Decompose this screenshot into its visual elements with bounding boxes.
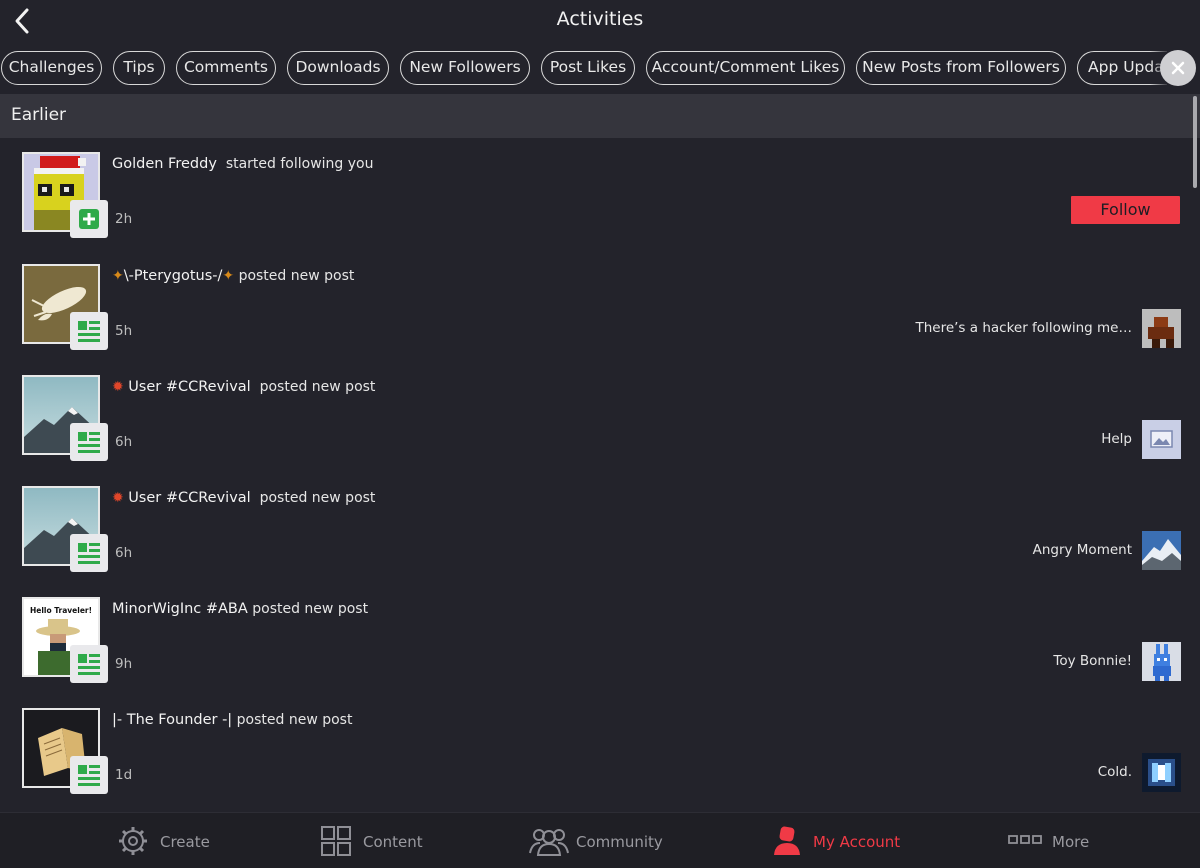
scrollbar[interactable] [1193, 96, 1197, 188]
nav-label: My Account [813, 833, 901, 851]
gear-icon [119, 827, 147, 855]
maple-leaf-icon: ✹ [112, 379, 124, 395]
page-title: Activities [556, 8, 644, 30]
activity-headline: ✹ User #CCRevival posted new post [112, 490, 375, 506]
nav-label: Community [576, 833, 663, 851]
timestamp: 6h [115, 545, 133, 561]
username[interactable]: |- The Founder -| [112, 712, 232, 728]
filter-chip-challenges[interactable]: Challenges [1, 51, 102, 85]
activity-headline: Golden Freddy started following you [112, 156, 373, 172]
filter-bar: Challenges Tips Comments Downloads New F… [0, 46, 1200, 92]
username[interactable]: MinorWigInc #ABA [112, 601, 248, 617]
top-bar: Activities [0, 0, 1200, 46]
newspaper-icon [78, 654, 100, 675]
nav-label: Content [363, 833, 423, 851]
newspaper-icon [78, 765, 100, 786]
post-thumbnail[interactable] [1142, 420, 1181, 459]
people-icon [529, 829, 569, 856]
post-title[interactable]: Angry Moment [1033, 542, 1132, 558]
bottom-nav: Create Content Community My Account More [0, 812, 1200, 868]
activity-action: posted new post [238, 268, 355, 284]
scorpion-icon: ✦ [222, 268, 235, 284]
activity-action: posted new post [252, 601, 369, 617]
activity-headline: MinorWigInc #ABA posted new post [112, 601, 368, 617]
follow-badge [70, 200, 108, 238]
timestamp: 5h [115, 323, 133, 339]
nav-community[interactable]: Community [528, 813, 668, 868]
nav-create[interactable]: Create [115, 813, 215, 868]
activity-row[interactable]: |- The Founder -| posted new post 1d Col… [0, 696, 1190, 807]
timestamp: 2h [115, 211, 133, 227]
post-badge [70, 423, 108, 461]
filter-chip-post-likes[interactable]: Post Likes [541, 51, 635, 85]
scorpion-icon: ✦ [112, 268, 124, 284]
username[interactable]: User #CCRevival [128, 379, 251, 395]
activity-row[interactable]: ✹ User #CCRevival posted new post 6h Ang… [0, 474, 1190, 585]
close-icon [1171, 61, 1185, 75]
timestamp: 1d [115, 767, 133, 783]
post-title[interactable]: Toy Bonnie! [1053, 653, 1132, 669]
post-badge [70, 534, 108, 572]
person-icon [774, 826, 800, 855]
filter-chip-new-posts-from-followers[interactable]: New Posts from Followers [856, 51, 1066, 85]
post-thumbnail[interactable] [1142, 753, 1181, 792]
username[interactable]: \-Pterygotus-/ [124, 268, 223, 284]
filter-chip-downloads[interactable]: Downloads [287, 51, 389, 85]
nav-label: Create [160, 833, 210, 851]
section-title: Earlier [11, 105, 67, 125]
newspaper-icon [78, 543, 100, 564]
maple-leaf-icon: ✹ [112, 490, 124, 506]
activity-headline: |- The Founder -| posted new post [112, 712, 352, 728]
nav-more[interactable]: More [1008, 813, 1098, 868]
nav-label: More [1052, 833, 1090, 851]
timestamp: 9h [115, 656, 133, 672]
filter-chip-tips[interactable]: Tips [113, 51, 165, 85]
activity-action: started following you [225, 156, 374, 172]
section-header: Earlier [0, 94, 1200, 138]
post-badge [70, 756, 108, 794]
activity-row[interactable]: Hello Traveler! MinorWigInc #ABA posted … [0, 585, 1190, 696]
post-title[interactable]: There’s a hacker following me… [915, 320, 1132, 336]
nav-content[interactable]: Content [320, 813, 430, 868]
newspaper-icon [78, 432, 100, 453]
username[interactable]: User #CCRevival [128, 490, 251, 506]
post-thumbnail[interactable] [1142, 309, 1181, 348]
timestamp: 6h [115, 434, 133, 450]
filter-chip-account-comment-likes[interactable]: Account/Comment Likes [646, 51, 845, 85]
nav-my-account[interactable]: My Account [772, 813, 902, 868]
post-thumbnail[interactable] [1142, 531, 1181, 570]
close-filters-button[interactable] [1160, 50, 1196, 86]
add-user-icon [79, 209, 99, 229]
activity-row[interactable]: ✦\-Pterygotus-/✦ posted new post 5h Ther… [0, 252, 1190, 363]
activity-row[interactable]: Golden Freddy started following you 2h F… [0, 140, 1190, 251]
post-title[interactable]: Cold. [1098, 764, 1132, 780]
post-thumbnail[interactable] [1142, 642, 1181, 681]
filter-chip-new-followers[interactable]: New Followers [400, 51, 530, 85]
post-badge [70, 645, 108, 683]
activity-action: posted new post [259, 379, 376, 395]
activity-headline: ✹ User #CCRevival posted new post [112, 379, 375, 395]
activity-action: posted new post [236, 712, 353, 728]
grid-icon [321, 826, 351, 856]
activity-headline: ✦\-Pterygotus-/✦ posted new post [112, 268, 354, 284]
avatar-caption: Hello Traveler! [30, 606, 92, 615]
post-title[interactable]: Help [1101, 431, 1132, 447]
more-icon [1008, 835, 1042, 844]
activity-action: posted new post [259, 490, 376, 506]
post-badge [70, 312, 108, 350]
username[interactable]: Golden Freddy [112, 156, 217, 172]
filter-chip-comments[interactable]: Comments [176, 51, 276, 85]
newspaper-icon [78, 321, 100, 342]
activity-row[interactable]: ✹ User #CCRevival posted new post 6h Hel… [0, 363, 1190, 474]
follow-button[interactable]: Follow [1071, 196, 1180, 224]
